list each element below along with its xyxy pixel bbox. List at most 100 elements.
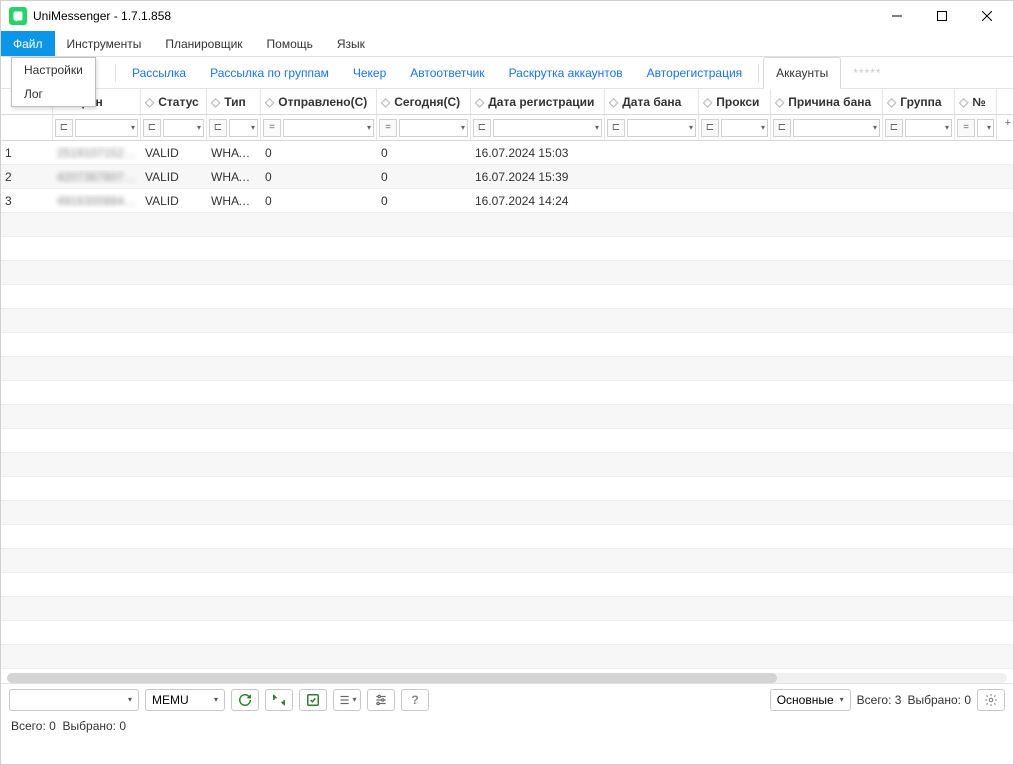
- tab-accounts[interactable]: Аккаунты: [763, 57, 841, 89]
- empty-row: [1, 213, 1013, 237]
- empty-row: [1, 453, 1013, 477]
- menu-language[interactable]: Язык: [325, 31, 377, 56]
- col-type[interactable]: ◇Тип: [207, 89, 261, 114]
- col-sent[interactable]: ◇Отправлено(С): [261, 89, 377, 114]
- filter-operator[interactable]: =: [379, 119, 397, 137]
- filter-input-group[interactable]: ▾: [905, 119, 952, 137]
- empty-row: [1, 573, 1013, 597]
- cell-today: 0: [377, 194, 471, 208]
- account-selector-combo[interactable]: ▾: [9, 689, 139, 711]
- empty-row: [1, 261, 1013, 285]
- col-proxy[interactable]: ◇Прокси: [699, 89, 771, 114]
- filter-operator[interactable]: ⊏: [607, 119, 625, 137]
- filter-icon: ◇: [475, 95, 484, 109]
- filter-input-reg[interactable]: ▾: [493, 119, 602, 137]
- filter-icon: ◇: [211, 95, 220, 109]
- filter-operator[interactable]: =: [263, 119, 281, 137]
- check-button[interactable]: [299, 689, 327, 711]
- cell-phone: 420736780791: [53, 170, 141, 184]
- col-group[interactable]: ◇Группа: [883, 89, 955, 114]
- col-reg-date[interactable]: ◇Дата регистрации: [471, 89, 605, 114]
- tab-mailing-groups[interactable]: Рассылка по группам: [198, 57, 341, 89]
- filter-icon: ◇: [381, 95, 390, 109]
- accounts-grid: елефон ◇Статус ◇Тип ◇Отправлено(С) ◇Сего…: [1, 89, 1013, 683]
- tab-mailing[interactable]: Рассылка: [120, 57, 198, 89]
- filter-input-reason[interactable]: ▾: [793, 119, 880, 137]
- table-row[interactable]: 2420736780791VALIDWHATS...0016.07.2024 1…: [1, 165, 1013, 189]
- filter-operator[interactable]: ⊏: [473, 119, 491, 137]
- empty-row: [1, 429, 1013, 453]
- menu-scheduler[interactable]: Планировщик: [153, 31, 254, 56]
- window-maximize-button[interactable]: [919, 2, 964, 30]
- tab-autoresponder[interactable]: Автоответчик: [398, 57, 496, 89]
- col-ban-reason[interactable]: ◇Причина бана: [771, 89, 883, 114]
- menu-tools[interactable]: Инструменты: [55, 31, 154, 56]
- filter-input-sent[interactable]: ▾: [283, 119, 374, 137]
- cell-status: VALID: [141, 170, 207, 184]
- reload-button[interactable]: [265, 689, 293, 711]
- cell-today: 0: [377, 170, 471, 184]
- scrollbar-thumb[interactable]: [7, 673, 777, 683]
- empty-row: [1, 237, 1013, 261]
- menu-file[interactable]: Файл: [1, 31, 55, 56]
- filter-operator[interactable]: ⊏: [885, 119, 903, 137]
- empty-row: [1, 525, 1013, 549]
- horizontal-scrollbar[interactable]: [7, 673, 1007, 683]
- filter-input-proxy[interactable]: ▾: [721, 119, 768, 137]
- filter-operator[interactable]: ⊏: [55, 119, 73, 137]
- cell-index: 2: [1, 170, 53, 184]
- tab-boost[interactable]: Раскрутка аккаунтов: [497, 57, 635, 89]
- menu-help[interactable]: Помощь: [255, 31, 325, 56]
- empty-row: [1, 357, 1013, 381]
- filter-preset-combo[interactable]: Основные▾: [770, 689, 851, 711]
- cell-sent: 0: [261, 170, 377, 184]
- col-n[interactable]: ◇№: [955, 89, 997, 114]
- emulator-combo[interactable]: MEMU▾: [145, 689, 225, 711]
- empty-row: [1, 405, 1013, 429]
- help-button[interactable]: ?: [401, 689, 429, 711]
- window-title: UniMessenger - 1.7.1.858: [33, 9, 874, 23]
- menu-item-settings[interactable]: Настройки: [12, 58, 95, 82]
- status-line: Всего: 0 Выбрано: 0: [1, 715, 1013, 737]
- filter-icon: ◇: [959, 95, 968, 109]
- cell-reg-date: 16.07.2024 15:03: [471, 146, 605, 160]
- grid-filter-row: ⊏▾ ⊏▾ ⊏▾ =▾ =▾ ⊏▾ ⊏▾ ⊏▾ ⊏▾ ⊏▾ =▾: [1, 115, 1013, 141]
- cell-phone: 251910715296: [53, 146, 141, 160]
- filter-icon: ◇: [145, 95, 154, 109]
- filter-input-ban[interactable]: ▾: [627, 119, 696, 137]
- main-menu: Файл Инструменты Планировщик Помощь Язык: [1, 31, 1013, 57]
- table-row[interactable]: 3491630088436VALIDWHATS...0016.07.2024 1…: [1, 189, 1013, 213]
- col-today[interactable]: ◇Сегодня(С): [377, 89, 471, 114]
- cell-sent: 0: [261, 146, 377, 160]
- gear-button[interactable]: [977, 689, 1005, 711]
- filter-input-today[interactable]: ▾: [399, 119, 468, 137]
- filter-operator[interactable]: ⊏: [209, 119, 227, 137]
- refresh-button[interactable]: [231, 689, 259, 711]
- window-minimize-button[interactable]: [874, 2, 919, 30]
- filter-icon: ◇: [265, 95, 274, 109]
- filter-input-n[interactable]: ▾: [977, 119, 994, 137]
- list-button[interactable]: ▾: [333, 689, 361, 711]
- add-column-icon[interactable]: +: [1005, 117, 1011, 129]
- menu-item-log[interactable]: Лог: [12, 82, 95, 106]
- filter-operator[interactable]: ⊏: [143, 119, 161, 137]
- filter-input-phone[interactable]: ▾: [75, 119, 138, 137]
- empty-row: [1, 549, 1013, 573]
- tab-checker[interactable]: Чекер: [341, 57, 398, 89]
- tab-bar: Рассылка Рассылка по группам Чекер Автоо…: [1, 57, 1013, 89]
- tab-more[interactable]: *****: [841, 57, 893, 89]
- window-close-button[interactable]: [964, 2, 1009, 30]
- filter-operator[interactable]: ⊏: [701, 119, 719, 137]
- grid-header: елефон ◇Статус ◇Тип ◇Отправлено(С) ◇Сего…: [1, 89, 1013, 115]
- col-ban-date[interactable]: ◇Дата бана: [605, 89, 699, 114]
- col-status[interactable]: ◇Статус: [141, 89, 207, 114]
- tab-autoreg[interactable]: Авторегистрация: [635, 57, 755, 89]
- cell-reg-date: 16.07.2024 15:39: [471, 170, 605, 184]
- filter-input-type[interactable]: ▾: [229, 119, 258, 137]
- table-row[interactable]: 1251910715296VALIDWHATS...0016.07.2024 1…: [1, 141, 1013, 165]
- filter-operator[interactable]: ⊏: [773, 119, 791, 137]
- filter-input-status[interactable]: ▾: [163, 119, 204, 137]
- cell-index: 3: [1, 194, 53, 208]
- filter-operator[interactable]: =: [957, 119, 975, 137]
- settings-toggle-button[interactable]: [367, 689, 395, 711]
